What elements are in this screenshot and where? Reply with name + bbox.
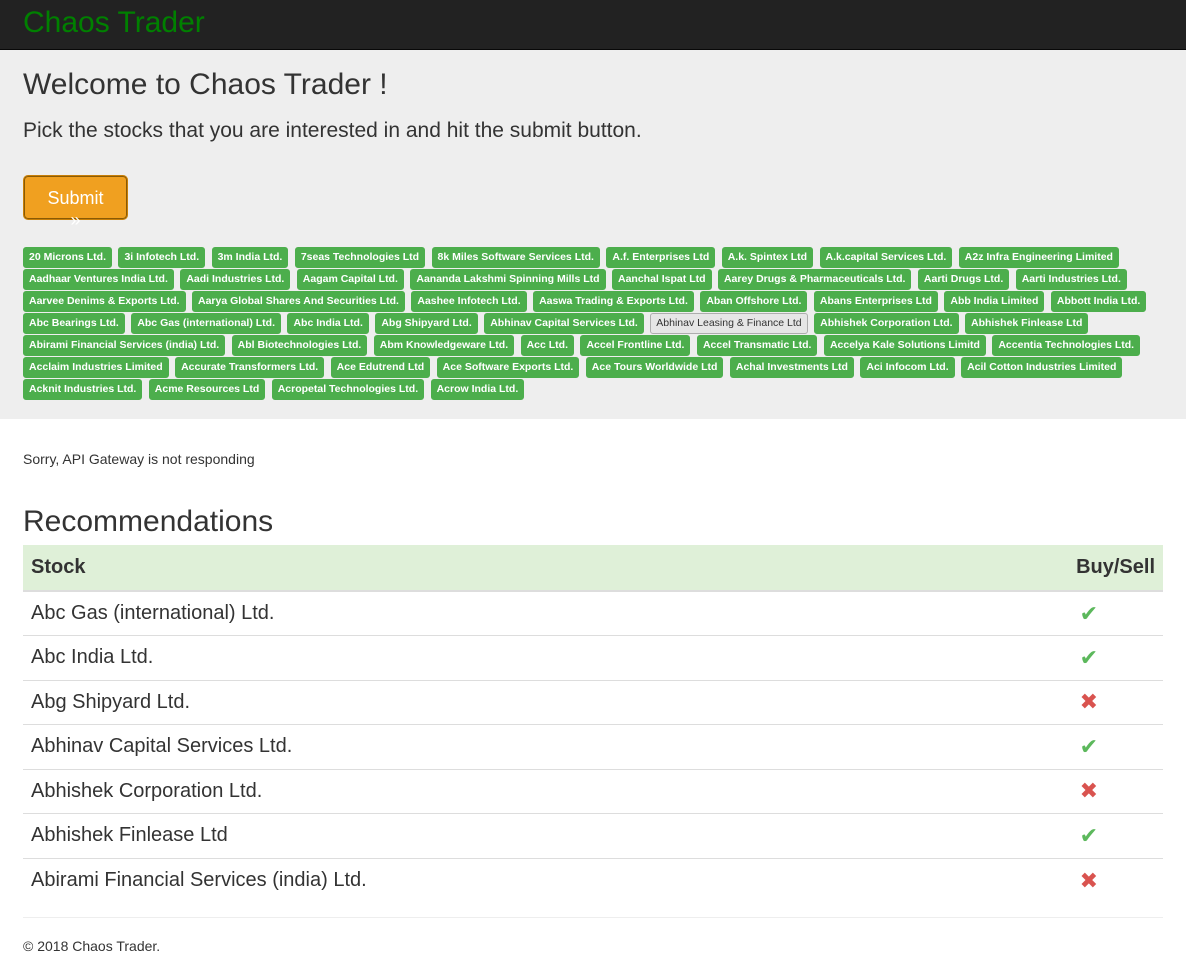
stock-tag[interactable]: Abc Bearings Ltd. xyxy=(23,313,125,334)
stock-tag[interactable]: Abirami Financial Services (india) Ltd. xyxy=(23,335,226,356)
stock-tag[interactable]: Acropetal Technologies Ltd. xyxy=(271,379,425,400)
cross-icon: ✖ xyxy=(1079,867,1098,893)
stock-tag[interactable]: Ace Software Exports Ltd. xyxy=(436,357,580,378)
stock-tag[interactable]: 8k Miles Software Services Ltd. xyxy=(431,247,600,268)
stock-tag[interactable]: Abg Shipyard Ltd. xyxy=(375,313,478,334)
stock-tag[interactable]: Aarti Drugs Ltd. xyxy=(917,269,1010,290)
recommendations-body: Abc Gas (international) Ltd. ✔ Abc India L… xyxy=(23,590,1163,903)
table-row: Abc India Ltd. ✔ xyxy=(23,635,1163,680)
stock-tag[interactable]: Abl Biotechnologies Ltd. xyxy=(231,335,368,356)
check-icon: ✔ xyxy=(1079,733,1098,759)
stock-tag[interactable]: Accurate Transformers Ltd. xyxy=(175,357,325,378)
signal-cell: ✖ xyxy=(920,679,1163,725)
stock-tag[interactable]: Ace Tours Worldwide Ltd xyxy=(585,357,724,378)
stock-tag[interactable]: 7seas Technologies Ltd xyxy=(294,247,426,268)
stock-tag[interactable]: A.f. Enterprises Ltd xyxy=(606,247,716,268)
cross-icon: ✖ xyxy=(1079,689,1098,715)
stock-tag[interactable]: Aci Infocom Ltd. xyxy=(860,357,955,378)
stock-tag[interactable]: Acclaim Industries Limited xyxy=(23,357,169,378)
stock-tag[interactable]: Acrow India Ltd. xyxy=(430,379,525,400)
check-icon: ✔ xyxy=(1079,600,1098,626)
stock-tag[interactable]: A2z Infra Engineering Limited xyxy=(958,247,1119,268)
stock-tag[interactable]: A.k. Spintex Ltd xyxy=(721,247,814,268)
stock-tag[interactable]: Acknit Industries Ltd. xyxy=(23,379,143,400)
stock-tag[interactable]: A.k.capital Services Ltd. xyxy=(819,247,953,268)
stock-tag[interactable]: Abhishek Finlease Ltd xyxy=(964,313,1089,334)
table-row: Abhinav Capital Services Ltd. ✔ xyxy=(23,724,1163,769)
stock-tag[interactable]: Accentia Technologies Ltd. xyxy=(992,335,1141,356)
stock-tag[interactable]: Aashee Infotech Ltd. xyxy=(411,291,527,312)
stock-tag[interactable]: Abhishek Corporation Ltd. xyxy=(814,313,959,334)
stock-tag[interactable]: Aadi Industries Ltd. xyxy=(180,269,291,290)
stock-tag[interactable]: 20 Microns Ltd. xyxy=(23,247,113,268)
welcome-title: Welcome to Chaos Trader ! xyxy=(23,68,388,101)
stock-tag[interactable]: Acil Cotton Industries Limited xyxy=(961,357,1123,378)
check-icon: ✔ xyxy=(1079,644,1098,670)
signal-cell: ✖ xyxy=(920,768,1163,814)
stock-name-cell: Abg Shipyard Ltd. xyxy=(23,679,921,725)
stock-name-cell: Abc India Ltd. xyxy=(23,635,921,680)
stock-name-cell: Abirami Financial Services (india) Ltd. xyxy=(23,857,921,903)
stock-tag[interactable]: Acme Resources Ltd xyxy=(148,379,266,400)
stock-tag[interactable]: Accel Frontline Ltd. xyxy=(580,335,691,356)
stock-tag[interactable]: Abm Knowledgeware Ltd. xyxy=(373,335,515,356)
stock-name-cell: Abhinav Capital Services Ltd. xyxy=(23,724,921,769)
stock-tag[interactable]: Abhinav Leasing & Finance Ltd xyxy=(650,313,808,334)
stock-tag[interactable]: Aagam Capital Ltd. xyxy=(296,269,404,290)
stock-name-cell: Abc Gas (international) Ltd. xyxy=(23,590,921,636)
stock-tag[interactable]: Aananda Lakshmi Spinning Mills Ltd xyxy=(410,269,606,290)
stock-tag[interactable]: Aarvee Denims & Exports Ltd. xyxy=(23,291,186,312)
check-icon: ✔ xyxy=(1079,822,1098,848)
error-message: Sorry, API Gateway is not responding xyxy=(23,451,255,467)
stock-tag[interactable]: Aadhaar Ventures India Ltd. xyxy=(23,269,174,290)
table-header-row: Stock Buy/Sell xyxy=(23,545,1163,592)
table-row: Abg Shipyard Ltd. ✖ xyxy=(23,679,1163,725)
table-row: Abc Gas (international) Ltd. ✔ xyxy=(23,590,1163,636)
recommendations-title: Recommendations xyxy=(23,505,274,538)
table-row: Abhishek Corporation Ltd. ✖ xyxy=(23,768,1163,814)
signal-cell: ✔ xyxy=(920,724,1163,769)
buy-sell-column-header: Buy/Sell xyxy=(920,545,1163,592)
footer: © 2018 Chaos Trader. xyxy=(23,916,1163,954)
main-content: Sorry, API Gateway is not responding Rec… xyxy=(0,451,1186,954)
stock-column-header: Stock xyxy=(23,545,921,592)
stock-tag[interactable]: 3i Infotech Ltd. xyxy=(118,247,206,268)
signal-cell: ✖ xyxy=(920,857,1163,903)
stock-tag-list: 20 Microns Ltd. 3i Infotech Ltd. 3m Indi… xyxy=(23,247,1163,401)
cross-icon: ✖ xyxy=(1079,778,1098,804)
stock-tag[interactable]: Achal Investments Ltd xyxy=(729,357,854,378)
stock-tag[interactable]: Abc India Ltd. xyxy=(287,313,369,334)
stock-tag[interactable]: Aban Offshore Ltd. xyxy=(700,291,808,312)
stock-tag[interactable]: 3m India Ltd. xyxy=(211,247,289,268)
table-row: Abirami Financial Services (india) Ltd. ✖ xyxy=(23,857,1163,903)
lead-text: Pick the stocks that you are interested … xyxy=(23,119,642,142)
copyright-text: © 2018 Chaos Trader. xyxy=(23,937,161,954)
stock-name-cell: Abhishek Finlease Ltd xyxy=(23,813,921,858)
stock-tag[interactable]: Abans Enterprises Ltd xyxy=(813,291,938,312)
stock-tag[interactable]: Aarey Drugs & Pharmaceuticals Ltd. xyxy=(717,269,912,290)
stock-tag[interactable]: Aanchal Ispat Ltd xyxy=(612,269,712,290)
brand-logo[interactable]: Chaos Trader xyxy=(23,7,205,38)
table-row: Abhishek Finlease Ltd ✔ xyxy=(23,813,1163,858)
stock-tag[interactable]: Abc Gas (international) Ltd. xyxy=(131,313,281,334)
recommendations-table: Stock Buy/Sell Abc Gas (international) L… xyxy=(23,545,1163,903)
submit-button[interactable]: Submit » xyxy=(23,175,128,230)
stock-tag[interactable]: Ace Edutrend Ltd xyxy=(330,357,431,378)
stock-tag[interactable]: Abhinav Capital Services Ltd. xyxy=(484,313,644,334)
stock-tag[interactable]: Aarya Global Shares And Securities Ltd. xyxy=(192,291,405,312)
stock-name-cell: Abhishek Corporation Ltd. xyxy=(23,768,921,814)
navbar: Chaos Trader xyxy=(0,0,1186,50)
signal-cell: ✔ xyxy=(920,590,1163,636)
stock-tag[interactable]: Aarti Industries Ltd. xyxy=(1015,269,1127,290)
stock-tag[interactable]: Abbott India Ltd. xyxy=(1050,291,1147,312)
stock-tag[interactable]: Acc Ltd. xyxy=(520,335,575,356)
signal-cell: ✔ xyxy=(920,635,1163,680)
stock-tag[interactable]: Accelya Kale Solutions Limitd xyxy=(823,335,986,356)
stock-tag[interactable]: Abb India Limited xyxy=(944,291,1045,312)
stock-tag[interactable]: Accel Transmatic Ltd. xyxy=(696,335,818,356)
signal-cell: ✔ xyxy=(920,813,1163,858)
jumbotron: Welcome to Chaos Trader ! Pick the stock… xyxy=(0,50,1186,419)
stock-tag[interactable]: Aaswa Trading & Exports Ltd. xyxy=(533,291,694,312)
